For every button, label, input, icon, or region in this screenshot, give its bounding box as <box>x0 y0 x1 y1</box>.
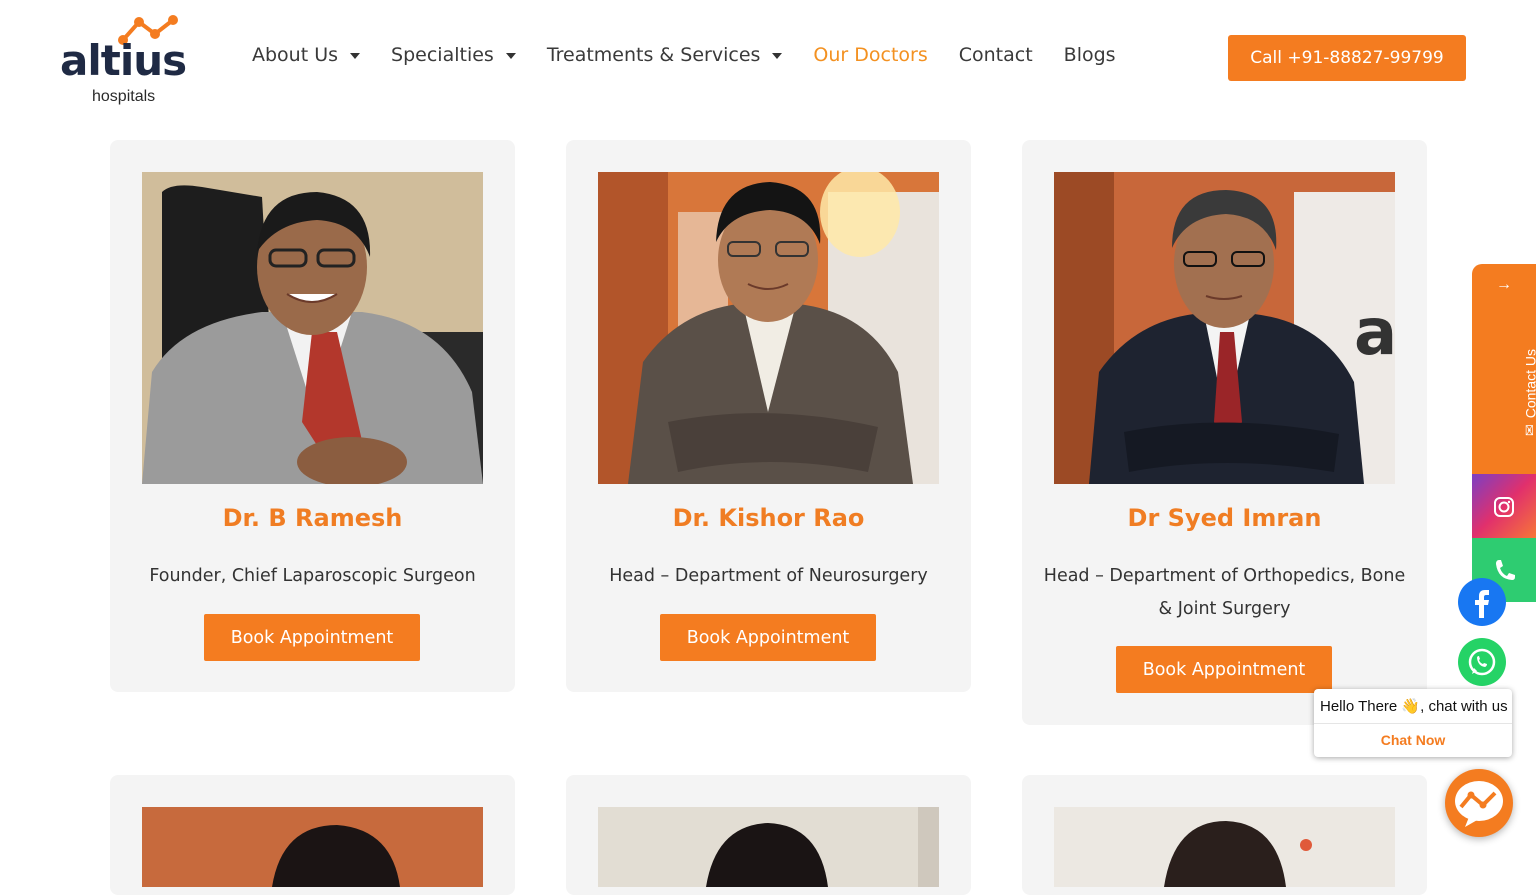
altius-logo[interactable]: altius hospitals <box>60 14 200 96</box>
nav-about-us[interactable]: About Us <box>252 44 360 66</box>
chat-now-link[interactable]: Chat Now <box>1314 732 1512 748</box>
doctor-card <box>566 775 971 895</box>
whatsapp-button[interactable] <box>1458 638 1506 686</box>
doctor-photo <box>142 172 483 484</box>
doctor-photo <box>598 172 939 484</box>
nav-blogs[interactable]: Blogs <box>1064 44 1116 66</box>
doctor-photo <box>598 807 939 887</box>
facebook-button[interactable] <box>1458 578 1506 626</box>
caret-down-icon <box>772 53 782 59</box>
doctor-card: Dr. Kishor Rao Head – Department of Neur… <box>566 140 971 692</box>
doctor-name: Dr. Kishor Rao <box>566 504 971 532</box>
doctor-card <box>1022 775 1427 895</box>
facebook-icon <box>1458 578 1506 626</box>
nav-specialties[interactable]: Specialties <box>391 44 516 66</box>
nav-label: Blogs <box>1064 44 1116 66</box>
call-button[interactable]: Call +91-88827-99799 <box>1228 35 1466 81</box>
doctor-photo: a <box>1054 172 1395 484</box>
nav-our-doctors[interactable]: Our Doctors <box>813 44 927 66</box>
contact-tab-text: Contact Us <box>1522 349 1536 418</box>
book-appointment-button[interactable]: Book Appointment <box>204 614 420 661</box>
nav-treatments-services[interactable]: Treatments & Services <box>547 44 783 66</box>
caret-down-icon <box>506 53 516 59</box>
book-appointment-button[interactable]: Book Appointment <box>1116 646 1332 693</box>
doctor-photo <box>1054 807 1395 887</box>
doctor-name: Dr. B Ramesh <box>110 504 515 532</box>
nav-label: Treatments & Services <box>547 44 761 66</box>
nav-label: Specialties <box>391 44 494 66</box>
doctor-title: Head – Department of Neurosurgery <box>586 560 951 593</box>
logo-wordmark: altius <box>60 36 186 85</box>
nav-contact[interactable]: Contact <box>959 44 1033 66</box>
nav-label: About Us <box>252 44 338 66</box>
doctor-title: Founder, Chief Laparoscopic Surgeon <box>130 560 495 593</box>
book-appointment-button[interactable]: Book Appointment <box>660 614 876 661</box>
side-contact-tab[interactable]: → ✉ Contact Us <box>1472 264 1536 474</box>
logo-subtext: hospitals <box>92 88 155 106</box>
chat-divider <box>1314 723 1512 724</box>
whatsapp-icon <box>1458 638 1506 686</box>
caret-down-icon <box>350 53 360 59</box>
chat-greeting: Hello There 👋, chat with us <box>1320 697 1508 715</box>
doctor-name: Dr Syed Imran <box>1022 504 1427 532</box>
mail-icon: ✉ <box>1522 424 1536 436</box>
instagram-icon <box>1472 474 1536 538</box>
svg-text:a: a <box>1354 296 1395 370</box>
instagram-side-button[interactable] <box>1472 474 1536 538</box>
contact-tab-label: ✉ Contact Us <box>1522 343 1536 443</box>
nav-label: Contact <box>959 44 1033 66</box>
doctor-card: Dr. B Ramesh Founder, Chief Laparoscopic… <box>110 140 515 692</box>
chat-logo-icon <box>1445 769 1513 837</box>
doctor-card <box>110 775 515 895</box>
doctor-card: a Dr Syed Imran Head – Department of Ort… <box>1022 140 1427 725</box>
doctor-title: Head – Department of Orthopedics, Bone &… <box>1042 560 1407 626</box>
main-nav: About Us Specialties Treatments & Servic… <box>252 40 1147 70</box>
arrow-right-icon: → <box>1496 276 1512 294</box>
chat-popup: Hello There 👋, chat with us Chat Now <box>1314 689 1512 757</box>
nav-label: Our Doctors <box>813 44 927 66</box>
chat-launcher-button[interactable] <box>1445 769 1513 837</box>
doctor-photo <box>142 807 483 887</box>
